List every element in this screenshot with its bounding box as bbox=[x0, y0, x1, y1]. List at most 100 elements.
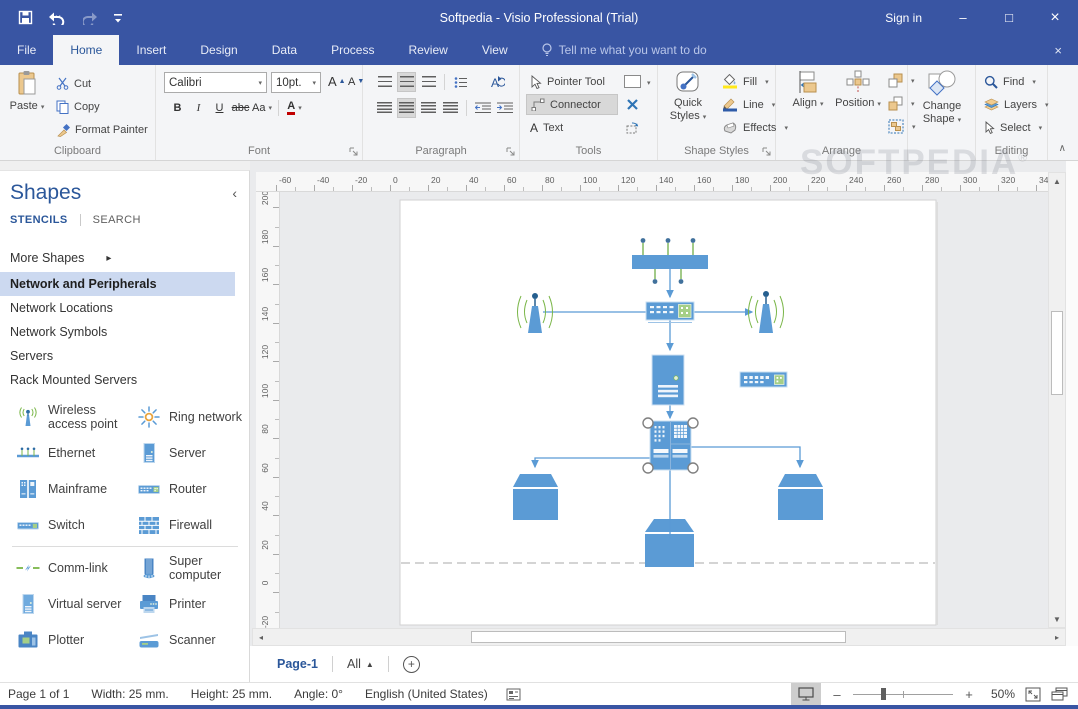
stencil-item-firewall[interactable]: Firewall bbox=[127, 507, 248, 543]
stencil-section-network-and-peripherals[interactable]: Network and Peripherals bbox=[0, 272, 235, 296]
add-page-button[interactable]: + bbox=[403, 656, 420, 673]
text-tool-button[interactable]: A Text bbox=[526, 117, 567, 138]
copy-button[interactable]: Copy bbox=[52, 96, 104, 117]
zoom-in-button[interactable]: + bbox=[963, 687, 975, 702]
hub-right-shape[interactable] bbox=[778, 474, 823, 520]
tab-home[interactable]: Home bbox=[53, 35, 119, 65]
tab-data[interactable]: Data bbox=[255, 35, 314, 65]
status-item-4[interactable]: English (United States) bbox=[365, 687, 488, 701]
zoom-out-button[interactable]: – bbox=[831, 687, 843, 702]
stencil-item-server[interactable]: Server bbox=[127, 435, 248, 471]
status-item-1[interactable]: Width: 25 mm. bbox=[91, 687, 168, 701]
layers-button[interactable]: Layers bbox=[980, 94, 1053, 115]
status-item-3[interactable]: Angle: 0° bbox=[294, 687, 343, 701]
zoom-slider-thumb[interactable] bbox=[881, 688, 886, 700]
stencil-item-router[interactable]: Router bbox=[127, 471, 248, 507]
align-top-button[interactable] bbox=[375, 72, 394, 92]
more-shapes-item[interactable]: More Shapes ▸ bbox=[10, 251, 111, 265]
fill-button[interactable]: Fill bbox=[718, 71, 773, 92]
font-size-select[interactable]: 10pt. bbox=[271, 72, 321, 93]
switch-shape[interactable] bbox=[740, 372, 787, 387]
increase-indent-button[interactable] bbox=[495, 98, 514, 118]
status-item-0[interactable]: Page 1 of 1 bbox=[8, 687, 69, 701]
maximize-button[interactable]: □ bbox=[986, 0, 1032, 35]
quick-styles-button[interactable]: Quick Styles bbox=[662, 68, 714, 124]
align-right-button[interactable] bbox=[419, 98, 438, 118]
font-color-button[interactable]: A bbox=[285, 98, 304, 118]
decrease-indent-button[interactable] bbox=[473, 98, 492, 118]
tab-design[interactable]: Design bbox=[183, 35, 254, 65]
stencil-section-rack-mounted-servers[interactable]: Rack Mounted Servers bbox=[0, 368, 250, 392]
stencil-item-ring-network[interactable]: Ring network bbox=[127, 399, 248, 435]
cut-button[interactable]: Cut bbox=[52, 73, 95, 94]
paste-button[interactable]: Paste bbox=[5, 68, 49, 114]
zoom-slider[interactable] bbox=[853, 687, 953, 701]
align-bottom-button[interactable] bbox=[419, 72, 438, 92]
text-block-tool-button[interactable] bbox=[620, 117, 644, 138]
font-family-select[interactable]: Calibri bbox=[164, 72, 267, 93]
stencil-item-plotter[interactable]: Plotter bbox=[6, 622, 127, 658]
tab-file[interactable]: File bbox=[0, 35, 53, 65]
strikethrough-button[interactable]: abc bbox=[231, 98, 250, 118]
pointer-tool-button[interactable]: Pointer Tool bbox=[526, 71, 609, 92]
bullets-button[interactable] bbox=[451, 72, 470, 92]
stencil-section-network-symbols[interactable]: Network Symbols bbox=[0, 320, 250, 344]
vertical-scrollbar[interactable]: ▲ ▼ bbox=[1048, 172, 1066, 628]
scroll-up-icon[interactable]: ▲ bbox=[1049, 173, 1065, 189]
font-dialog-launcher-icon[interactable] bbox=[349, 147, 358, 156]
align-middle-button[interactable] bbox=[397, 72, 416, 92]
stencil-item-virtual-server[interactable]: Virtual server bbox=[6, 586, 127, 622]
italic-button[interactable]: I bbox=[189, 98, 208, 118]
stencil-item-super-computer[interactable]: Super computer bbox=[127, 550, 248, 586]
stencil-item-wireless-access-point[interactable]: Wireless access point bbox=[6, 399, 127, 435]
data-graphics-icon[interactable] bbox=[506, 688, 521, 701]
tab-search[interactable]: SEARCH bbox=[93, 214, 141, 226]
presentation-mode-button[interactable] bbox=[791, 683, 821, 705]
rectangle-tool-button[interactable] bbox=[620, 71, 655, 92]
vertical-scroll-thumb[interactable] bbox=[1051, 311, 1063, 395]
change-shape-button[interactable]: Change Shape bbox=[914, 68, 970, 127]
collapse-panel-icon[interactable]: ‹ bbox=[232, 185, 237, 201]
all-pages-button[interactable]: All ▲ bbox=[347, 657, 374, 671]
align-left-button[interactable] bbox=[375, 98, 394, 118]
fit-page-button[interactable] bbox=[1025, 687, 1041, 702]
stencil-item-comm-link[interactable]: Comm-link bbox=[6, 550, 127, 586]
hub-left-shape[interactable] bbox=[513, 474, 558, 520]
stencil-section-servers[interactable]: Servers bbox=[0, 344, 250, 368]
canvas[interactable] bbox=[280, 192, 1048, 628]
text-direction-button[interactable]: A bbox=[487, 72, 506, 92]
zoom-level[interactable]: 50% bbox=[985, 687, 1015, 701]
scroll-right-icon[interactable]: ▸ bbox=[1049, 629, 1065, 645]
position-button[interactable]: Position bbox=[834, 68, 882, 111]
stencil-item-ethernet[interactable]: Ethernet bbox=[6, 435, 127, 471]
scroll-left-icon[interactable]: ◂ bbox=[253, 629, 269, 645]
align-button[interactable]: Align bbox=[786, 68, 830, 111]
align-center-button[interactable] bbox=[397, 98, 416, 118]
bold-button[interactable]: B bbox=[168, 98, 187, 118]
tab-stencils[interactable]: STENCILS bbox=[10, 214, 68, 226]
minimize-button[interactable]: – bbox=[940, 0, 986, 35]
stencil-section-network-locations[interactable]: Network Locations bbox=[0, 296, 250, 320]
switch-windows-button[interactable] bbox=[1051, 687, 1068, 701]
connection-point-tool-button[interactable] bbox=[622, 94, 643, 115]
justify-button[interactable] bbox=[441, 98, 460, 118]
horizontal-scrollbar[interactable]: ◂ ▸ bbox=[252, 628, 1066, 646]
change-case-button[interactable]: Aa bbox=[252, 98, 272, 118]
shape-styles-dialog-launcher-icon[interactable] bbox=[762, 147, 771, 156]
paragraph-dialog-launcher-icon[interactable] bbox=[506, 147, 515, 156]
mainframe-shape[interactable] bbox=[650, 421, 691, 470]
page-tab-page1[interactable]: Page-1 bbox=[277, 657, 318, 671]
server-shape[interactable] bbox=[652, 355, 684, 405]
tab-process[interactable]: Process bbox=[314, 35, 391, 65]
close-button[interactable]: × bbox=[1032, 0, 1078, 35]
tell-me-box[interactable]: Tell me what you want to do bbox=[541, 35, 707, 65]
stencil-item-scanner[interactable]: Scanner bbox=[127, 622, 248, 658]
tab-review[interactable]: Review bbox=[391, 35, 464, 65]
tab-view[interactable]: View bbox=[465, 35, 525, 65]
status-item-2[interactable]: Height: 25 mm. bbox=[191, 687, 272, 701]
stencil-item-mainframe[interactable]: Mainframe bbox=[6, 471, 127, 507]
router-shape[interactable] bbox=[646, 302, 694, 323]
tab-insert[interactable]: Insert bbox=[119, 35, 183, 65]
stencil-item-switch[interactable]: Switch bbox=[6, 507, 127, 543]
find-button[interactable]: Find bbox=[980, 71, 1040, 92]
